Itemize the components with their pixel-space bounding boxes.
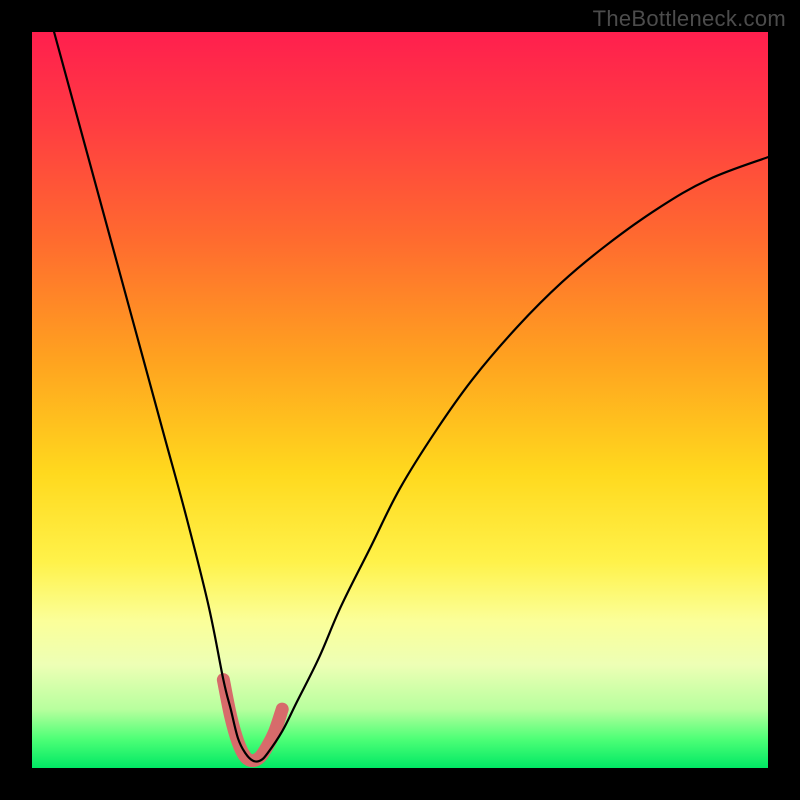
plot-area [32, 32, 768, 768]
curve-path [54, 32, 768, 762]
highlight-path [223, 680, 282, 761]
chart-frame: TheBottleneck.com [0, 0, 800, 800]
chart-svg [32, 32, 768, 768]
watermark-text: TheBottleneck.com [593, 6, 786, 32]
